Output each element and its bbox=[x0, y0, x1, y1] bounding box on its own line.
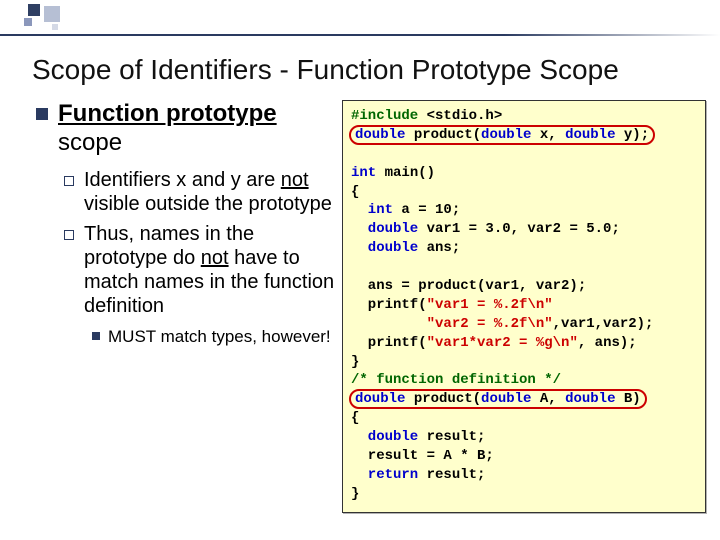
bullet-text: Identifiers x and y are not visible outs… bbox=[84, 168, 336, 216]
code-kw: int bbox=[351, 165, 376, 181]
bullet-head-rest: scope bbox=[58, 129, 122, 156]
highlight-prototype: double product(double x, double y); bbox=[349, 125, 655, 145]
code-text: x, bbox=[531, 127, 565, 143]
code-text: product( bbox=[405, 127, 481, 143]
code-preproc: #include bbox=[351, 108, 418, 124]
t: visible outside the prototype bbox=[84, 193, 332, 215]
bullet-head-bold: Function prototype bbox=[58, 100, 277, 127]
bullet-text: MUST match types, however! bbox=[108, 326, 331, 347]
t: Identifiers x and y are bbox=[84, 169, 281, 191]
code-kw: double bbox=[565, 391, 615, 407]
bullet-text: Function prototype scope bbox=[58, 100, 336, 158]
code-kw: double bbox=[351, 221, 418, 237]
code-text: product( bbox=[405, 391, 481, 407]
code-string: "var2 = %.2f\n" bbox=[351, 316, 553, 332]
code-string: "var1*var2 = %g\n" bbox=[427, 335, 578, 351]
bullet-small-square-icon bbox=[92, 332, 100, 340]
code-kw: double bbox=[355, 391, 405, 407]
code-text: ans; bbox=[418, 240, 460, 256]
code-text: result; bbox=[418, 467, 485, 483]
code-text: printf( bbox=[351, 335, 427, 351]
code-text: result; bbox=[418, 429, 485, 445]
code-text: ,var1,var2); bbox=[553, 316, 654, 332]
code-kw: double bbox=[355, 127, 405, 143]
code-kw: int bbox=[351, 202, 393, 218]
decorative-corner bbox=[0, 0, 90, 36]
bullet-level3-group: MUST match types, however! bbox=[92, 326, 336, 347]
content-area: Function prototype scope Identifiers x a… bbox=[36, 100, 706, 530]
code-text: y); bbox=[616, 127, 650, 143]
bullet-level1: Function prototype scope bbox=[36, 100, 336, 158]
code-text: <stdio.h> bbox=[418, 108, 502, 124]
code-text: var1 = 3.0, var2 = 5.0; bbox=[418, 221, 620, 237]
bullet-level2-group: Identifiers x and y are not visible outs… bbox=[64, 168, 336, 347]
code-text: , ans); bbox=[578, 335, 637, 351]
highlight-definition: double product(double A, double B) bbox=[349, 389, 647, 409]
code-kw: double bbox=[351, 429, 418, 445]
bullet-square-icon bbox=[36, 108, 48, 120]
code-kw: return bbox=[351, 467, 418, 483]
code-text: result = A * B; bbox=[351, 448, 494, 464]
code-text: A, bbox=[531, 391, 565, 407]
code-text: { bbox=[351, 184, 359, 200]
bullet-column: Function prototype scope Identifiers x a… bbox=[36, 100, 336, 530]
bullet-text: Thus, names in the prototype do not have… bbox=[84, 222, 336, 318]
bullet-open-square-icon bbox=[64, 176, 74, 186]
code-text: printf( bbox=[351, 297, 427, 313]
code-listing: #include <stdio.h> double product(double… bbox=[342, 100, 706, 513]
code-kw: double bbox=[481, 127, 531, 143]
underline-not: not bbox=[201, 247, 229, 269]
code-kw: double bbox=[481, 391, 531, 407]
code-string: "var1 = %.2f\n" bbox=[427, 297, 553, 313]
underline-not: not bbox=[281, 169, 309, 191]
code-blank bbox=[351, 146, 359, 162]
code-column: #include <stdio.h> double product(double… bbox=[342, 100, 706, 530]
code-text: B) bbox=[616, 391, 641, 407]
code-kw: double bbox=[565, 127, 615, 143]
bullet-level2: Thus, names in the prototype do not have… bbox=[64, 222, 336, 318]
bullet-level2: Identifiers x and y are not visible outs… bbox=[64, 168, 336, 216]
code-blank bbox=[351, 259, 359, 275]
code-comment: /* function definition */ bbox=[351, 372, 561, 388]
code-text: { bbox=[351, 410, 359, 426]
slide: Scope of Identifiers - Function Prototyp… bbox=[0, 0, 720, 540]
bullet-level3: MUST match types, however! bbox=[92, 326, 336, 347]
code-text: } bbox=[351, 354, 359, 370]
code-kw: double bbox=[351, 240, 418, 256]
slide-title: Scope of Identifiers - Function Prototyp… bbox=[32, 54, 700, 86]
code-text: main() bbox=[376, 165, 435, 181]
bullet-open-square-icon bbox=[64, 230, 74, 240]
code-text: a = 10; bbox=[393, 202, 460, 218]
code-text: ans = product(var1, var2); bbox=[351, 278, 586, 294]
code-text: } bbox=[351, 486, 359, 502]
